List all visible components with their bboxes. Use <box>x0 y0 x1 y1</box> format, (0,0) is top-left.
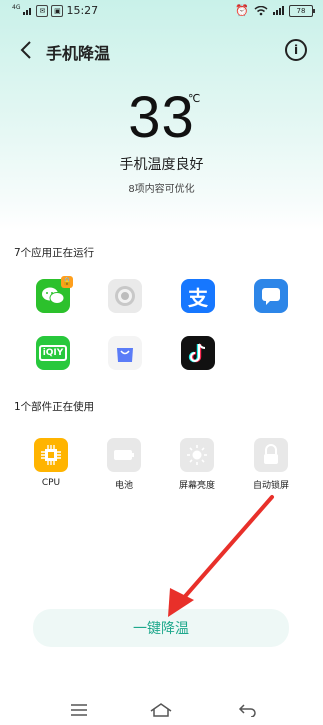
menu-icon <box>71 704 87 716</box>
home-button[interactable] <box>146 700 176 720</box>
component-brightness[interactable]: 屏幕亮度 <box>167 438 227 491</box>
temperature-unit: ℃ <box>188 92 201 105</box>
component-auto-lock[interactable]: 自动锁屏 <box>241 438 301 491</box>
iqiyi-icon: iQIY <box>38 345 68 361</box>
temperature-status: 手机温度良好 <box>119 157 204 173</box>
back-icon <box>238 704 256 717</box>
network-label: 4G <box>12 3 21 11</box>
app-alipay[interactable]: 支 <box>181 279 215 313</box>
info-icon: i <box>293 43 299 57</box>
wifi-icon <box>254 5 268 15</box>
notification-icon: ✉ <box>36 4 49 17</box>
lock-icon <box>254 438 288 472</box>
battery-icon <box>107 438 141 472</box>
brightness-icon <box>180 438 214 472</box>
info-button[interactable]: i <box>285 39 307 61</box>
wechat-icon <box>42 287 65 304</box>
temperature-display: 33 ℃ <box>0 88 323 158</box>
back-nav-button[interactable] <box>232 700 262 720</box>
component-cpu[interactable]: CPU <box>21 438 81 488</box>
time: 15:27 <box>66 4 99 17</box>
signal-icon <box>23 8 32 15</box>
app-iqiyi[interactable]: iQIY <box>36 336 70 370</box>
component-battery[interactable]: 电池 <box>94 438 154 491</box>
cpu-icon <box>34 438 68 472</box>
status-left: 4G ✉ ▣ 15:27 <box>12 4 98 17</box>
optimize-hint: 8项内容可优化 <box>128 184 195 195</box>
one-click-cool-button[interactable]: 一键降温 <box>33 609 289 647</box>
menu-button[interactable] <box>64 700 94 720</box>
components-title: 1个部件正在使用 <box>14 401 95 413</box>
tiktok-icon <box>188 343 206 363</box>
home-icon <box>150 703 172 717</box>
app-message[interactable] <box>254 279 288 313</box>
component-label: CPU <box>41 478 61 488</box>
alipay-icon: 支 <box>188 285 208 310</box>
battery-indicator: 78 <box>289 4 315 17</box>
message-icon <box>262 288 280 305</box>
status-right: ⏰ 78 <box>235 4 315 17</box>
nav-bar <box>0 690 323 725</box>
app-settings[interactable] <box>108 279 142 313</box>
page-title: 手机降温 <box>46 44 111 63</box>
signal-bars-icon <box>273 6 284 15</box>
temperature-value: 33 <box>128 85 195 150</box>
app-notification-icon: ▣ <box>51 4 64 17</box>
app-tiktok[interactable] <box>181 336 215 370</box>
component-label: 电池 <box>114 481 133 491</box>
component-label: 屏幕亮度 <box>178 481 215 491</box>
lock-badge-icon: 🔒 <box>61 276 73 288</box>
status-bar: 4G ✉ ▣ 15:27 ⏰ 78 <box>0 0 323 22</box>
chevron-left-icon <box>20 41 31 59</box>
settings-icon <box>115 286 135 306</box>
component-label: 自动锁屏 <box>252 481 289 491</box>
header: 手机降温 i <box>0 34 323 66</box>
app-wechat[interactable]: 🔒 <box>36 276 73 313</box>
app-store[interactable] <box>108 336 142 370</box>
app-store-icon <box>117 348 133 362</box>
alarm-icon: ⏰ <box>235 4 249 17</box>
running-apps-title: 7个应用正在运行 <box>14 247 95 259</box>
back-button[interactable] <box>14 36 38 64</box>
